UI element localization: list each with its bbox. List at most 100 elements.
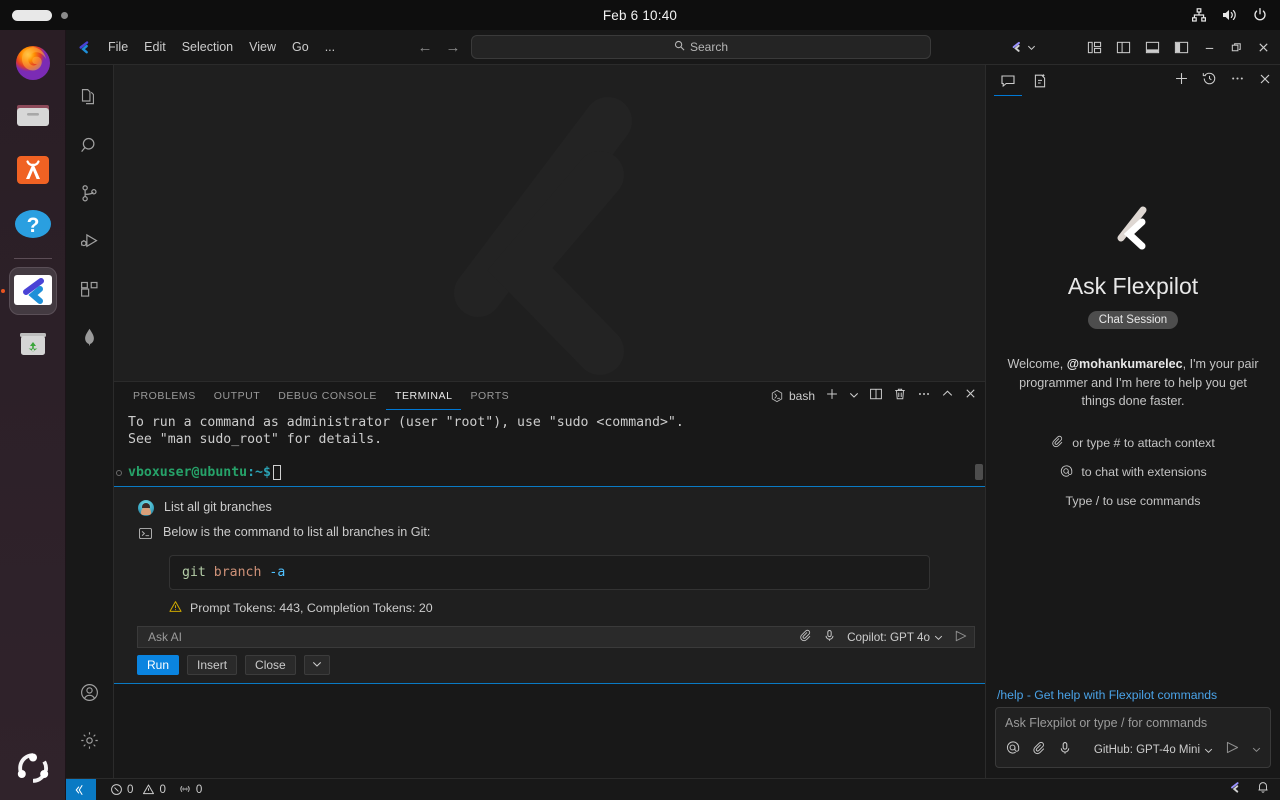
editor-area[interactable] [114, 65, 985, 381]
terminal-dropdown-icon[interactable] [849, 387, 859, 405]
go-forward-button[interactable]: → [443, 39, 463, 56]
chat-model-label: GitHub: GPT-4o Mini [1094, 744, 1200, 756]
command-decoration-icon [116, 470, 122, 476]
inline-chat-model-label: Copilot: GPT 4o [847, 631, 930, 644]
tab-chat[interactable] [994, 66, 1022, 96]
go-back-button[interactable]: ← [415, 39, 435, 56]
attach-icon[interactable] [799, 629, 812, 645]
sidebar-item-manage[interactable] [66, 716, 114, 764]
dock-item-firefox[interactable] [9, 38, 57, 86]
inline-chat-input-row[interactable]: Ask AI Copilot: GPT 4o [137, 626, 975, 648]
terminal-surface[interactable]: To run a command as administrator (user … [114, 410, 985, 778]
dock-item-files[interactable] [9, 92, 57, 140]
close-icon[interactable] [1257, 41, 1270, 54]
sidebar-item-run-and-debug[interactable] [66, 217, 114, 265]
dock-item-show-apps[interactable] [0, 750, 66, 786]
tab-debug-console[interactable]: DEBUG CONSOLE [269, 382, 386, 410]
dock-item-app-center[interactable] [9, 146, 57, 194]
menu-file[interactable]: File [100, 37, 136, 57]
menu-go[interactable]: Go [284, 37, 317, 57]
flexpilot-status-icon[interactable] [1227, 780, 1242, 800]
insert-button[interactable]: Insert [187, 655, 237, 675]
menu-more[interactable]: ... [317, 37, 343, 57]
dock-item-flexpilot-vscode[interactable] [9, 267, 57, 315]
microphone-icon[interactable] [823, 629, 836, 645]
tab-problems[interactable]: PROBLEMS [124, 382, 205, 410]
attach-icon [1051, 435, 1064, 451]
bottom-panel: PROBLEMS OUTPUT DEBUG CONSOLE TERMINAL P… [114, 381, 985, 778]
chat-sidebar: Ask Flexpilot Chat Session Welcome, @moh… [985, 65, 1280, 778]
warning-count: 0 [159, 783, 165, 796]
bash-icon [770, 389, 784, 403]
send-icon[interactable] [954, 629, 968, 646]
attach-icon[interactable] [1032, 741, 1046, 760]
more-options-button[interactable] [304, 655, 330, 675]
gnome-top-bar: Feb 6 10:40 [0, 0, 1280, 30]
sidebar-item-explorer[interactable] [66, 73, 114, 121]
ports-status[interactable]: 0 [178, 783, 202, 796]
split-terminal-icon[interactable] [869, 387, 883, 406]
run-button[interactable]: Run [137, 655, 179, 675]
chat-history-icon[interactable] [1202, 71, 1217, 91]
hint-label: Type / to use commands [1066, 494, 1201, 508]
terminal-shell-chip[interactable]: bash [770, 389, 815, 403]
chat-icon [1000, 73, 1016, 89]
at-icon[interactable] [1005, 740, 1020, 760]
inline-chat-code-block[interactable]: git branch -a [169, 555, 930, 590]
maximize-panel-icon[interactable] [941, 387, 954, 405]
tab-output[interactable]: OUTPUT [205, 382, 269, 410]
problems-status[interactable]: 0 0 [110, 783, 166, 796]
sidebar-item-extensions[interactable] [66, 265, 114, 313]
menu-edit[interactable]: Edit [136, 37, 174, 57]
volume-icon[interactable] [1221, 7, 1238, 23]
gnome-system-tray[interactable] [1191, 7, 1268, 23]
network-icon[interactable] [1191, 7, 1207, 23]
ubuntu-dock: ? [0, 30, 66, 800]
dock-item-help[interactable]: ? [9, 200, 57, 248]
close-button[interactable]: Close [245, 655, 296, 675]
tab-ports[interactable]: PORTS [461, 382, 518, 410]
chat-input-box[interactable]: Ask Flexpilot or type / for commands [995, 707, 1271, 768]
minimize-icon[interactable] [1203, 41, 1216, 54]
flexpilot-account-chip[interactable] [1009, 40, 1036, 54]
menu-selection[interactable]: Selection [174, 37, 241, 57]
toggle-panel-icon[interactable] [1145, 40, 1160, 55]
toggle-secondary-sidebar-icon[interactable] [1174, 40, 1189, 55]
new-chat-icon[interactable] [1174, 71, 1189, 91]
hint-attach-context: or type # to attach context [1051, 435, 1215, 451]
microphone-icon[interactable] [1058, 741, 1072, 760]
send-options-icon[interactable] [1252, 741, 1261, 759]
inline-chat-model-picker[interactable]: Copilot: GPT 4o [847, 631, 943, 644]
send-icon[interactable] [1225, 740, 1240, 760]
chat-input-placeholder[interactable]: Ask Flexpilot or type / for commands [1005, 716, 1261, 740]
sidebar-item-accounts[interactable] [66, 668, 114, 716]
chat-footer: /help - Get help with Flexpilot commands… [986, 688, 1280, 778]
sidebar-item-search[interactable] [66, 121, 114, 169]
kill-terminal-icon[interactable] [893, 387, 907, 406]
tab-terminal[interactable]: TERMINAL [386, 382, 462, 410]
menu-view[interactable]: View [241, 37, 284, 57]
close-panel-icon[interactable] [964, 387, 977, 405]
gnome-clock[interactable]: Feb 6 10:40 [0, 8, 1280, 23]
dock-item-trash[interactable] [9, 321, 57, 369]
dock-separator [14, 258, 52, 259]
toggle-primary-sidebar-icon[interactable] [1116, 40, 1131, 55]
more-actions-icon[interactable] [917, 387, 931, 406]
terminal-scrollbar[interactable] [975, 464, 983, 480]
power-icon[interactable] [1252, 7, 1268, 23]
welcome-prefix: Welcome, [1007, 357, 1066, 371]
sidebar-item-mongodb[interactable] [66, 313, 114, 361]
restore-icon[interactable] [1230, 41, 1243, 54]
remote-window-button[interactable] [66, 779, 96, 800]
sidebar-item-source-control[interactable] [66, 169, 114, 217]
notifications-bell-icon[interactable] [1256, 780, 1270, 799]
chat-model-picker[interactable]: GitHub: GPT-4o Mini [1094, 744, 1213, 756]
help-command-suggestion[interactable]: /help - Get help with Flexpilot commands [995, 688, 1271, 707]
command-center-search[interactable]: Search [471, 35, 931, 59]
more-actions-icon[interactable] [1230, 71, 1245, 91]
tab-edit-session[interactable] [1026, 66, 1054, 96]
ask-ai-input[interactable]: Ask AI [144, 630, 799, 644]
customize-layout-icon[interactable] [1087, 40, 1102, 55]
close-icon[interactable] [1258, 72, 1272, 91]
new-terminal-icon[interactable] [825, 387, 839, 406]
